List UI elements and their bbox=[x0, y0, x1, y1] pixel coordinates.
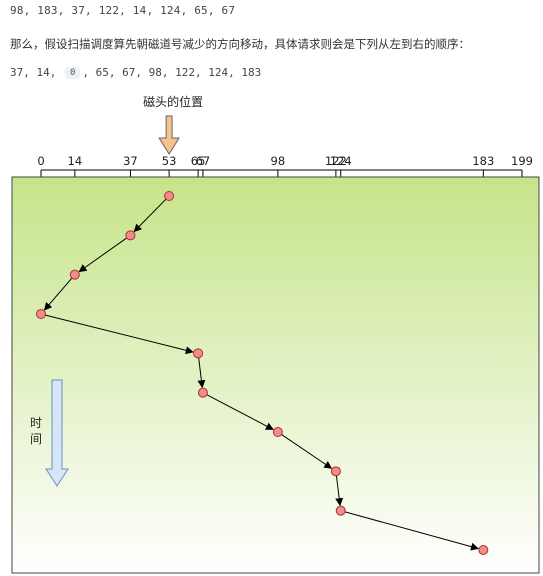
head-position-label: 磁头的位置 bbox=[143, 94, 203, 109]
time-label-2: 间 bbox=[30, 432, 42, 446]
request-node bbox=[272, 427, 283, 437]
request-node bbox=[69, 269, 80, 280]
sequence-zero-code: 0 bbox=[64, 66, 81, 79]
diagram-background bbox=[11, 176, 540, 574]
axis-tick-label: 183 bbox=[472, 154, 494, 168]
request-node bbox=[193, 348, 204, 359]
time-label-1: 时 bbox=[30, 416, 42, 430]
scan-order-sequence: 37, 14, 0 , 65, 67, 98, 122, 124, 183 bbox=[10, 66, 261, 79]
axis-tick-label: 98 bbox=[271, 154, 286, 168]
head-position-arrow bbox=[158, 115, 181, 155]
sequence-part-1: 37, 14, bbox=[10, 66, 63, 79]
request-node bbox=[164, 191, 175, 201]
axis-tick-label: 0 bbox=[37, 154, 44, 168]
axis-tick-label: 14 bbox=[68, 154, 83, 168]
scan-diagram: 磁头的位置 0 14 37 53 6567 98 122124 183 199 时 间 bbox=[11, 94, 540, 574]
axis-tick-label: 53 bbox=[162, 154, 177, 168]
request-node bbox=[125, 230, 136, 241]
request-node bbox=[478, 545, 489, 555]
explanation-text: 那么，假设扫描调度算先朝磁道号减少的方向移动，具体请求则会是下列从左到右的顺序： bbox=[10, 37, 470, 51]
axis-tick-label: 67 bbox=[196, 154, 211, 168]
request-sequence: 98, 183, 37, 122, 14, 124, 65, 67 bbox=[10, 4, 236, 17]
request-node bbox=[197, 387, 208, 398]
sequence-part-3: , 65, 67, 98, 122, 124, 183 bbox=[82, 66, 262, 79]
request-node bbox=[330, 466, 341, 477]
request-node bbox=[36, 309, 46, 319]
axis-tick-label: 124 bbox=[330, 154, 352, 168]
axis-tick-label: 199 bbox=[511, 154, 533, 168]
request-node bbox=[335, 505, 346, 516]
axis-tick-label: 37 bbox=[123, 154, 138, 168]
